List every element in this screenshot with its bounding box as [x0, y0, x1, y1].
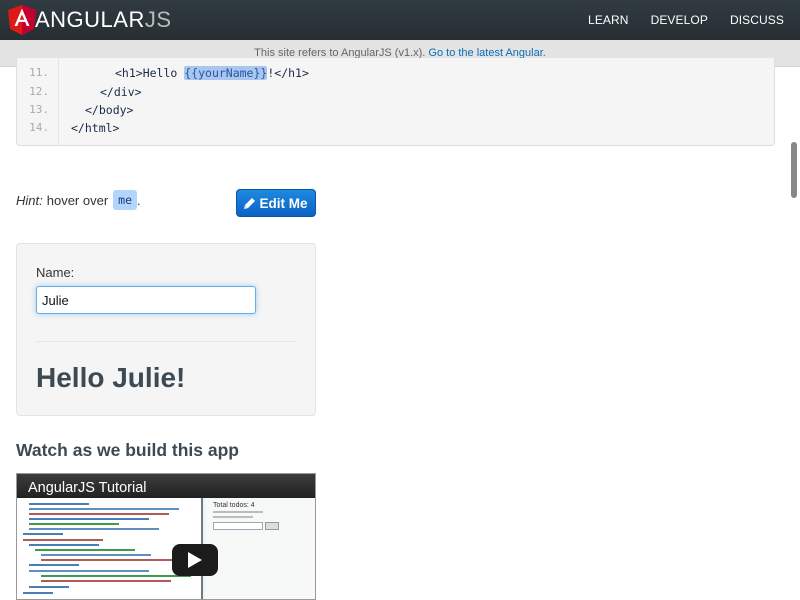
hint-period: .	[137, 192, 141, 208]
pencil-icon	[244, 197, 256, 209]
hover-me-token[interactable]: me	[113, 190, 138, 210]
code-snippet: 11. 12. 13. 14. <h1>Hello {{yourName}}!<…	[16, 58, 775, 146]
watch-heading: Watch as we build this app	[16, 440, 239, 460]
code-text: !</h1>	[267, 66, 309, 80]
edit-me-label: Edit Me	[259, 195, 308, 211]
name-input[interactable]	[36, 286, 256, 314]
top-navbar: ANGULARJS LEARN DEVELOP DISCUSS	[0, 0, 800, 40]
line-number-gutter: 11. 12. 13. 14.	[17, 58, 59, 145]
nav-develop[interactable]: DEVELOP	[651, 13, 708, 27]
code-line: <h1>Hello {{yourName}}!</h1>	[115, 66, 309, 80]
hint-text: Hint: hover over me .	[16, 190, 141, 210]
tutorial-video[interactable]: Total todos: 4 AngularJS Tutorial	[16, 473, 316, 600]
code-line: </html>	[71, 121, 120, 135]
line-number: 13.	[29, 103, 49, 116]
code-line: </div>	[100, 85, 142, 99]
nav-learn[interactable]: LEARN	[588, 13, 629, 27]
name-label: Name:	[36, 265, 75, 280]
line-number: 12.	[29, 85, 49, 98]
video-title-bar: AngularJS Tutorial	[17, 474, 315, 498]
edit-me-button[interactable]: Edit Me	[236, 189, 316, 217]
video-title: AngularJS Tutorial	[28, 480, 147, 496]
hint-body: hover over	[46, 192, 109, 208]
logo-wordmark: ANGULARJS	[35, 7, 172, 33]
hello-greeting: Hello Julie!	[36, 362, 186, 393]
page-scrollbar[interactable]	[791, 142, 797, 198]
logo-main-text: ANGULAR	[35, 7, 145, 32]
code-line: </body>	[85, 103, 134, 117]
line-number: 11.	[29, 66, 49, 79]
angular-shield-icon	[8, 5, 36, 35]
play-icon	[188, 552, 202, 568]
divider	[36, 341, 296, 342]
play-button-icon[interactable]	[172, 544, 218, 576]
logo-js-text: JS	[144, 7, 172, 32]
nav-discuss[interactable]: DISCUSS	[730, 13, 784, 27]
nav-links: LEARN DEVELOP DISCUSS	[566, 0, 784, 40]
line-number: 14.	[29, 121, 49, 134]
demo-panel: Name: Hello Julie!	[16, 243, 316, 416]
code-text: <h1>Hello	[115, 66, 185, 80]
binding-highlight[interactable]: {{yourName}}	[184, 66, 268, 80]
hint-label: Hint:	[16, 192, 43, 208]
angularjs-logo[interactable]: ANGULARJS	[8, 5, 172, 35]
video-right-title: Total todos: 4	[213, 502, 255, 509]
video-preview-pane: Total todos: 4	[205, 498, 315, 599]
